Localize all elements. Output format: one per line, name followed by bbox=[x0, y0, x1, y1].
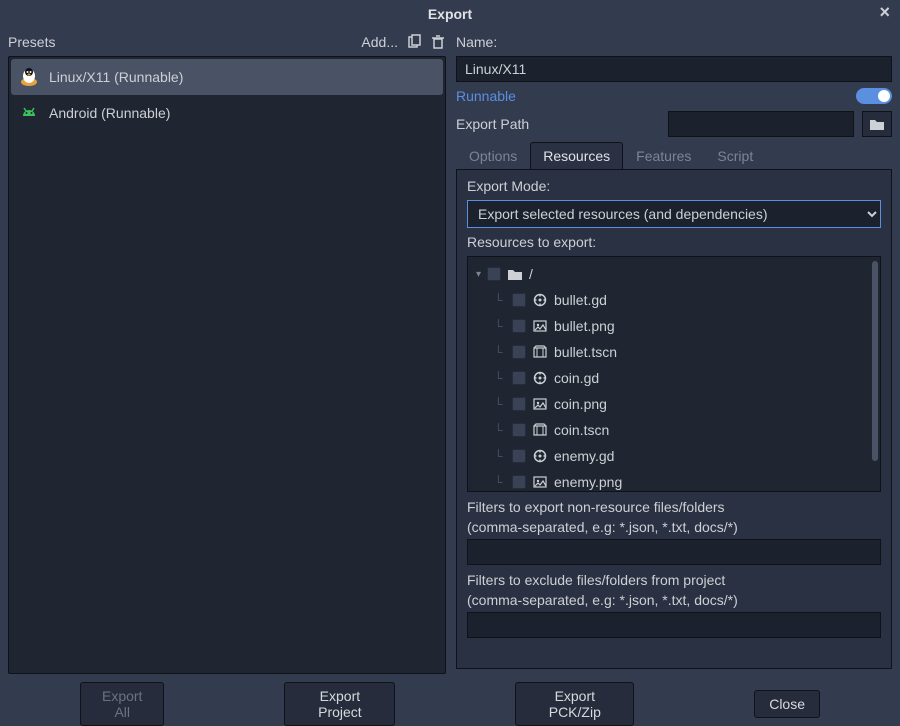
tree-branch-icon: └ bbox=[494, 293, 506, 307]
tree-item[interactable]: └ enemy.png bbox=[472, 469, 876, 492]
preset-item-android[interactable]: Android (Runnable) bbox=[11, 95, 443, 131]
tree-item-label: bullet.tscn bbox=[554, 344, 617, 360]
tree-branch-icon: └ bbox=[494, 371, 506, 385]
image-icon bbox=[532, 318, 548, 334]
export-project-button[interactable]: Export Project bbox=[284, 682, 395, 726]
add-preset-button[interactable]: Add... bbox=[361, 34, 398, 50]
tree-item-checkbox[interactable] bbox=[512, 449, 526, 463]
export-path-input[interactable] bbox=[668, 111, 854, 137]
folder-icon bbox=[869, 117, 885, 131]
delete-preset-icon[interactable] bbox=[430, 34, 446, 50]
tab-resources[interactable]: Resources bbox=[530, 142, 623, 169]
tree-branch-icon: └ bbox=[494, 397, 506, 411]
linux-icon bbox=[17, 65, 41, 89]
scene-icon bbox=[532, 422, 548, 438]
browse-folder-button[interactable] bbox=[862, 111, 892, 137]
button-bar: Export All Export Project Export PCK/Zip… bbox=[0, 682, 900, 726]
tree-item-checkbox[interactable] bbox=[512, 371, 526, 385]
name-input[interactable] bbox=[456, 56, 892, 82]
export-pck-button[interactable]: Export PCK/Zip bbox=[515, 682, 634, 726]
tree-item-checkbox[interactable] bbox=[512, 397, 526, 411]
chevron-down-icon[interactable]: ▾ bbox=[476, 269, 481, 280]
preset-item-label: Android (Runnable) bbox=[49, 105, 170, 121]
tree-item-checkbox[interactable] bbox=[512, 319, 526, 333]
export-all-button[interactable]: Export All bbox=[80, 682, 164, 726]
tree-item[interactable]: └ coin.gd bbox=[472, 365, 876, 391]
tree-scrollbar[interactable] bbox=[872, 261, 878, 461]
tree-item[interactable]: └ bullet.png bbox=[472, 313, 876, 339]
tab-options[interactable]: Options bbox=[456, 142, 530, 169]
script-icon bbox=[532, 370, 548, 386]
close-icon[interactable]: × bbox=[879, 2, 890, 23]
tree-branch-icon: └ bbox=[494, 475, 506, 489]
scene-icon bbox=[532, 344, 548, 360]
tree-root-checkbox[interactable] bbox=[487, 267, 501, 281]
image-icon bbox=[532, 396, 548, 412]
name-label: Name: bbox=[456, 34, 497, 50]
filter-exclude-input[interactable] bbox=[467, 612, 881, 638]
tree-item-checkbox[interactable] bbox=[512, 423, 526, 437]
tree-item-label: enemy.gd bbox=[554, 448, 614, 464]
resource-tree[interactable]: ▾ / └ bullet.gd └ bullet.png └ bullet.tscn └ co… bbox=[467, 256, 881, 492]
presets-label: Presets bbox=[8, 34, 353, 50]
filter-export-input[interactable] bbox=[467, 539, 881, 565]
window-title: Export bbox=[428, 6, 472, 22]
script-icon bbox=[532, 448, 548, 464]
tab-features[interactable]: Features bbox=[623, 142, 704, 169]
preset-item-linux[interactable]: Linux/X11 (Runnable) bbox=[11, 59, 443, 95]
title-bar: Export × bbox=[0, 0, 900, 28]
android-icon bbox=[17, 101, 41, 125]
export-mode-select[interactable]: Export selected resources (and dependenc… bbox=[467, 200, 881, 228]
tab-content-resources: Export Mode: Export selected resources (… bbox=[456, 169, 892, 669]
filter-export-label: Filters to export non-resource files/fol… bbox=[467, 498, 881, 537]
runnable-toggle[interactable] bbox=[856, 88, 892, 104]
runnable-label: Runnable bbox=[456, 88, 516, 104]
tab-bar: Options Resources Features Script bbox=[456, 142, 892, 169]
export-mode-label: Export Mode: bbox=[467, 178, 881, 194]
resources-label: Resources to export: bbox=[467, 234, 881, 250]
tree-item-label: coin.tscn bbox=[554, 422, 609, 438]
export-path-label: Export Path bbox=[456, 116, 660, 132]
close-button[interactable]: Close bbox=[754, 690, 820, 718]
tree-item-checkbox[interactable] bbox=[512, 475, 526, 489]
presets-list: Linux/X11 (Runnable) Android (Runnable) bbox=[8, 56, 446, 674]
tree-root-row[interactable]: ▾ / bbox=[472, 261, 876, 287]
tree-branch-icon: └ bbox=[494, 319, 506, 333]
tree-branch-icon: └ bbox=[494, 449, 506, 463]
filter-exclude-label: Filters to exclude files/folders from pr… bbox=[467, 571, 881, 610]
tree-item[interactable]: └ coin.tscn bbox=[472, 417, 876, 443]
tree-item-label: coin.gd bbox=[554, 370, 599, 386]
tree-item[interactable]: └ bullet.gd bbox=[472, 287, 876, 313]
tree-root-label: / bbox=[529, 266, 533, 282]
tree-item[interactable]: └ enemy.gd bbox=[472, 443, 876, 469]
tree-branch-icon: └ bbox=[494, 423, 506, 437]
tree-item-label: enemy.png bbox=[554, 474, 622, 490]
tree-item-checkbox[interactable] bbox=[512, 345, 526, 359]
tree-item-label: coin.png bbox=[554, 396, 607, 412]
tree-item[interactable]: └ coin.png bbox=[472, 391, 876, 417]
copy-preset-icon[interactable] bbox=[406, 34, 422, 50]
script-icon bbox=[532, 292, 548, 308]
tab-script[interactable]: Script bbox=[704, 142, 766, 169]
tree-item-label: bullet.gd bbox=[554, 292, 607, 308]
preset-item-label: Linux/X11 (Runnable) bbox=[49, 69, 183, 85]
folder-icon bbox=[507, 266, 523, 282]
tree-branch-icon: └ bbox=[494, 345, 506, 359]
tree-item-label: bullet.png bbox=[554, 318, 615, 334]
tree-item[interactable]: └ bullet.tscn bbox=[472, 339, 876, 365]
tree-item-checkbox[interactable] bbox=[512, 293, 526, 307]
image-icon bbox=[532, 474, 548, 490]
